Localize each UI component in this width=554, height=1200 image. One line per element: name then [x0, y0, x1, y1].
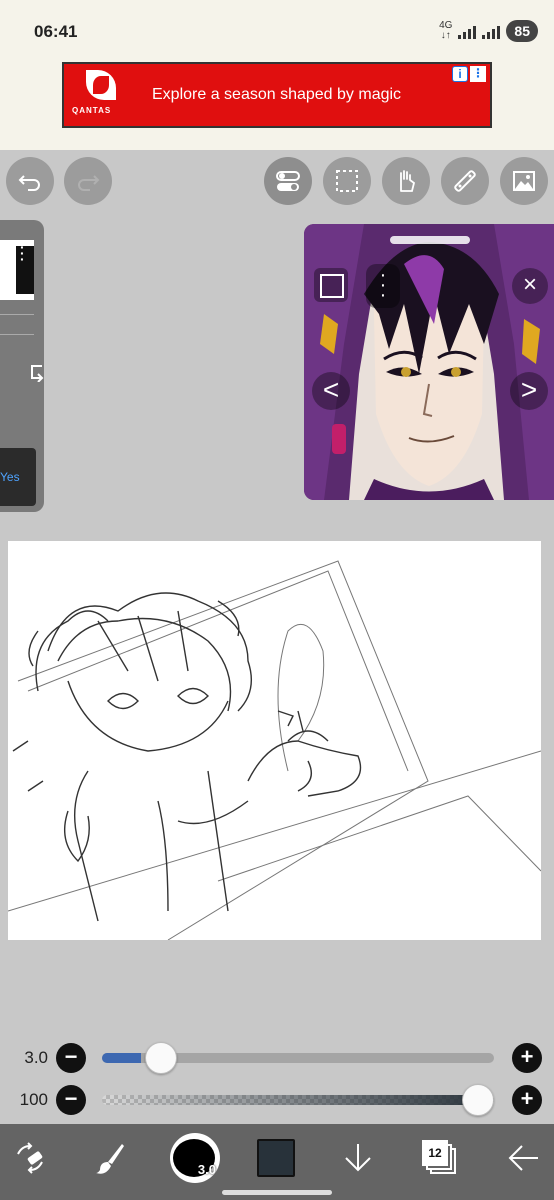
- toggle-icon: [276, 171, 300, 191]
- reference-image: [304, 224, 554, 500]
- swap-icon[interactable]: [28, 362, 44, 382]
- reference-menu-icon[interactable]: · · ·: [366, 264, 400, 308]
- opacity-minus-button[interactable]: −: [56, 1085, 86, 1115]
- ruler-icon: [454, 170, 476, 192]
- ad-area: QANTAS Explore a season shaped by magic …: [0, 62, 554, 150]
- arrow-left-icon: [508, 1145, 538, 1171]
- brush-preview-icon: 3.0: [170, 1133, 220, 1183]
- ad-banner[interactable]: QANTAS Explore a season shaped by magic …: [62, 62, 492, 128]
- sketch: [7, 560, 542, 941]
- selection-button[interactable]: [323, 157, 371, 205]
- transform-button[interactable]: [8, 1130, 52, 1186]
- undo-button[interactable]: [6, 157, 54, 205]
- ruler-button[interactable]: [441, 157, 489, 205]
- ad-menu-icon[interactable]: ⋮: [470, 66, 486, 82]
- opacity-thumb[interactable]: [462, 1084, 494, 1116]
- signal-icon: [458, 23, 477, 39]
- brush-size-slider: 3.0 − +: [0, 1041, 554, 1075]
- size-plus-button[interactable]: +: [512, 1043, 542, 1073]
- back-button[interactable]: [502, 1130, 546, 1186]
- opacity-value: 100: [19, 1090, 48, 1109]
- fit-icon[interactable]: [314, 268, 348, 302]
- reference-panel[interactable]: · · · × < >: [304, 224, 554, 500]
- ad-text: Explore a season shaped by magic: [152, 86, 402, 103]
- prev-icon[interactable]: <: [312, 372, 350, 410]
- color-button[interactable]: [254, 1130, 298, 1186]
- kangaroo-icon: [86, 70, 116, 100]
- size-thumb[interactable]: [145, 1042, 178, 1074]
- redo-icon: [78, 175, 100, 191]
- opacity-slider: 100 − +: [0, 1083, 554, 1117]
- drag-handle[interactable]: [390, 236, 470, 244]
- status-time: 06:41: [34, 22, 78, 41]
- hand-icon: [400, 170, 416, 192]
- layers-icon: 12: [422, 1140, 458, 1176]
- opacity-track[interactable]: [102, 1095, 494, 1105]
- drawing-canvas[interactable]: [7, 541, 542, 941]
- battery-icon: 85: [506, 20, 538, 42]
- ad-brand: QANTAS: [72, 106, 112, 115]
- side-thumbnail: [0, 240, 34, 300]
- transform-icon: [17, 1142, 43, 1174]
- status-bar: 06:41 4G ↓↑ 85: [0, 0, 554, 62]
- image-button[interactable]: [500, 157, 548, 205]
- arrow-down-icon: [345, 1144, 371, 1172]
- network-type: 4G ↓↑: [439, 20, 453, 41]
- size-minus-button[interactable]: −: [56, 1043, 86, 1073]
- undo-icon: [18, 175, 40, 191]
- download-button[interactable]: [336, 1130, 380, 1186]
- brush-size-value: 3.0: [24, 1048, 48, 1067]
- brush-size-button[interactable]: 3.0: [168, 1130, 222, 1186]
- yes-button[interactable]: Yes: [0, 448, 36, 506]
- status-icons: 4G ↓↑ 85: [439, 20, 538, 42]
- layers-button[interactable]: 12: [418, 1130, 462, 1186]
- gesture-bar[interactable]: [222, 1190, 332, 1195]
- signal-icon-2: [482, 23, 501, 39]
- next-icon[interactable]: >: [510, 372, 548, 410]
- qantas-logo: QANTAS: [64, 64, 134, 126]
- image-icon: [513, 171, 535, 191]
- side-panel[interactable]: · · · Yes: [0, 220, 44, 512]
- color-swatch: [257, 1139, 295, 1177]
- layer-count: 12: [422, 1140, 448, 1166]
- selection-icon: [336, 170, 358, 192]
- opacity-plus-button[interactable]: +: [512, 1085, 542, 1115]
- close-icon[interactable]: ×: [512, 268, 548, 304]
- redo-button[interactable]: [64, 157, 112, 205]
- hand-button[interactable]: [382, 157, 430, 205]
- brush-button[interactable]: [88, 1130, 132, 1186]
- opacity-fill: [102, 1095, 494, 1105]
- bottom-toolbar: 3.0 12: [0, 1124, 554, 1200]
- side-menu-icon[interactable]: · · ·: [20, 240, 25, 266]
- ad-info-icon[interactable]: i: [452, 66, 468, 82]
- size-fill: [102, 1053, 142, 1063]
- toggle-button[interactable]: [264, 157, 312, 205]
- brush-icon: [96, 1144, 124, 1174]
